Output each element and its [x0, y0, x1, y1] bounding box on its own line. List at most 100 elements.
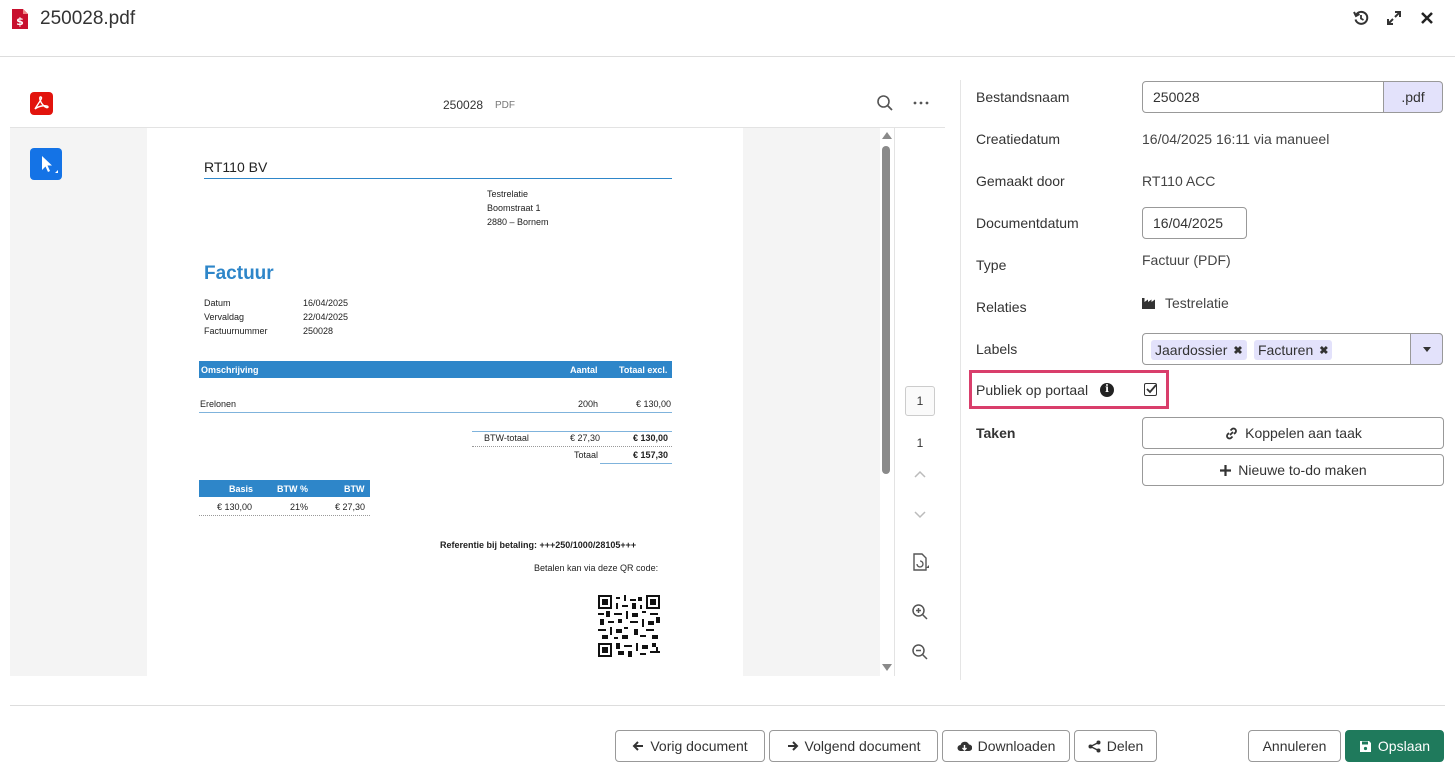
share-icon [1088, 740, 1101, 752]
invoice-company: RT110 BV [204, 159, 268, 175]
chevron-down-icon[interactable] [911, 505, 929, 523]
btw-total-vat: € 27,30 [570, 433, 601, 443]
invoice-table-header: Omschrijving Aantal Totaal excl. [199, 361, 672, 378]
zoom-in-icon[interactable] [911, 603, 929, 621]
relation-link[interactable]: Testrelatie [1165, 295, 1229, 311]
sum-dots [472, 446, 672, 447]
line-description: Erelonen [200, 399, 237, 409]
chevron-up-icon[interactable] [911, 466, 929, 484]
label-tag-jaardossier: Jaardossier ✖ [1151, 340, 1247, 360]
total-amount: € 157,30 [633, 450, 669, 460]
viewer-right-rail [743, 128, 880, 676]
caret-down-icon [1423, 347, 1431, 352]
meta-value: 16/04/2025 [303, 298, 349, 308]
viewer-tools: 1 1 [894, 128, 945, 676]
qr-note: Betalen kan via deze QR code: [534, 563, 659, 573]
meta-label: Factuurnummer [204, 326, 268, 336]
meta-label: Vervaldag [204, 312, 245, 322]
next-document-button[interactable]: Volgend document [769, 730, 938, 762]
th-btw-pct: BTW % [277, 484, 308, 494]
panel-divider [960, 80, 961, 680]
company-underline [204, 178, 672, 179]
meta-value: 22/04/2025 [303, 312, 349, 322]
btw-table-header: Basis BTW % BTW [199, 480, 370, 497]
download-label: Downloaden [977, 738, 1056, 754]
factory-icon [1142, 298, 1155, 309]
author-value: RT110 ACC [1142, 173, 1216, 189]
btw-basis: € 130,00 [217, 502, 253, 512]
share-label: Delen [1106, 738, 1144, 754]
save-button[interactable]: Opslaan [1345, 730, 1444, 762]
line-qty: 200h [578, 399, 599, 409]
th-btw: BTW [344, 484, 365, 494]
close-icon[interactable] [1418, 9, 1436, 27]
address-line: Testrelatie [487, 189, 529, 199]
remove-tag-icon[interactable]: ✖ [1233, 344, 1242, 357]
floppy-disk-icon [1359, 740, 1371, 752]
expand-icon[interactable] [1385, 9, 1403, 27]
scroll-up-arrow-icon[interactable] [882, 132, 892, 139]
address-line: 2880 – Bornem [487, 217, 549, 227]
th-total: Totaal excl. [619, 365, 668, 375]
pdf-viewer: 250028 PDF RT110 BV Testrelatie Boomstra… [10, 80, 945, 676]
current-page-input[interactable]: 1 [905, 386, 935, 416]
info-icon[interactable]: i [1100, 383, 1114, 397]
pdf-dollar-file-icon: $ [12, 9, 28, 29]
cloud-download-icon [957, 741, 972, 751]
btw-pct: 21% [290, 502, 309, 512]
docdate-label: Documentdatum [976, 215, 1079, 231]
new-todo-label: Nieuwe to-do maken [1238, 462, 1367, 478]
labels-dropdown-button[interactable] [1410, 333, 1443, 365]
relations-label: Relaties [976, 299, 1027, 315]
label-tag-facturen: Facturen ✖ [1254, 340, 1333, 360]
dialog-header: $ 250028.pdf [0, 0, 1455, 57]
btw-amount: € 27,30 [335, 502, 366, 512]
meta-value: 250028 [303, 326, 334, 336]
viewer-toolbar: 250028 PDF [10, 80, 945, 128]
next-document-label: Volgend document [804, 738, 921, 754]
download-button[interactable]: Downloaden [942, 730, 1070, 762]
meta-label: Datum [204, 298, 231, 308]
share-button[interactable]: Delen [1074, 730, 1157, 762]
labels-select[interactable]: Jaardossier ✖ Facturen ✖ [1142, 333, 1443, 365]
prev-document-button[interactable]: Vorig document [615, 730, 765, 762]
tag-text: Facturen [1258, 342, 1314, 358]
scrollbar-thumb[interactable] [882, 146, 890, 474]
th-description: Omschrijving [201, 365, 259, 375]
created-value: 16/04/2025 16:11 via manueel [1142, 131, 1330, 147]
viewer-file-name: 250028 [443, 98, 484, 112]
selection-tool-icon[interactable] [30, 148, 62, 180]
more-options-icon[interactable] [912, 94, 930, 112]
remove-tag-icon[interactable]: ✖ [1319, 344, 1328, 357]
link-task-button[interactable]: Koppelen aan taak [1142, 417, 1444, 449]
viewer-file-ext: PDF [495, 100, 515, 111]
search-icon[interactable] [876, 94, 894, 112]
viewer-scrollbar[interactable] [880, 128, 894, 676]
total-underline [600, 463, 672, 464]
public-portal-checkbox[interactable] [1144, 383, 1157, 396]
cancel-button[interactable]: Annuleren [1248, 730, 1341, 762]
pdf-page: RT110 BV Testrelatie Boomstraat 1 2880 –… [147, 128, 743, 676]
btw-dots [199, 515, 370, 516]
btw-total-amount: € 130,00 [633, 433, 669, 443]
plus-icon [1220, 464, 1232, 476]
zoom-out-icon[interactable] [911, 643, 929, 661]
th-qty: Aantal [570, 365, 598, 375]
scroll-down-arrow-icon[interactable] [882, 664, 892, 671]
page-rotate-icon[interactable] [911, 553, 929, 571]
type-value: Factuur (PDF) [1142, 252, 1231, 268]
footer-divider [10, 705, 1445, 706]
sum-divider [472, 431, 672, 432]
type-label: Type [976, 257, 1007, 273]
prev-document-label: Vorig document [650, 738, 748, 754]
created-label: Creatiedatum [976, 131, 1061, 147]
filename-label: Bestandsnaam [976, 89, 1070, 105]
total-label: Totaal [574, 450, 599, 460]
total-pages: 1 [916, 436, 924, 450]
new-todo-button[interactable]: Nieuwe to-do maken [1142, 454, 1444, 486]
filename-input[interactable]: 250028 [1142, 81, 1384, 113]
filename-ext-addon: .pdf [1384, 81, 1443, 113]
docdate-input[interactable]: 16/04/2025 [1142, 207, 1247, 239]
history-icon[interactable] [1352, 9, 1370, 27]
qr-code-icon [598, 595, 660, 657]
